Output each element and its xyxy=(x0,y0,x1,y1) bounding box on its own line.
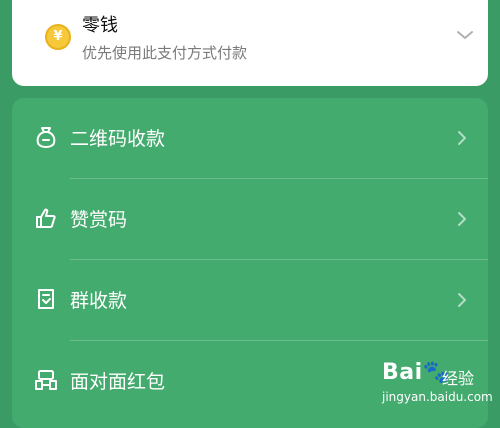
chevron-down-icon[interactable] xyxy=(456,28,474,42)
menu-item-label: 赞赏码 xyxy=(70,209,128,231)
baidu-jingyan-watermark: Bai🐾 经验 jingyan.baidu.com xyxy=(382,360,494,410)
chevron-right-icon xyxy=(458,212,466,226)
chevron-right-icon xyxy=(458,131,466,145)
group-receipt-icon xyxy=(38,289,54,309)
menu-item-label: 二维码收款 xyxy=(70,128,166,150)
menu-item-appreciation-code[interactable]: 赞赏码 xyxy=(12,179,488,259)
coin-symbol: ¥ xyxy=(53,29,63,44)
watermark-logo: Bai🐾 xyxy=(382,360,451,385)
face-to-face-envelope-icon xyxy=(35,370,57,390)
thumbs-up-icon xyxy=(36,208,56,228)
watermark-url: jingyan.baidu.com xyxy=(382,390,493,404)
menu-item-group-receipt[interactable]: 群收款 xyxy=(12,260,488,340)
money-bag-icon xyxy=(36,127,56,149)
payment-method-title: 零钱 xyxy=(82,15,118,36)
menu-item-label: 群收款 xyxy=(70,290,128,312)
menu-item-qr-receive[interactable]: 二维码收款 xyxy=(12,98,488,178)
watermark-text: 经验 xyxy=(442,369,475,388)
menu-item-label: 面对面红包 xyxy=(70,371,166,393)
payment-method-subtitle: 优先使用此支付方式付款 xyxy=(82,44,248,62)
payment-method-card[interactable]: ¥ 零钱 优先使用此支付方式付款 xyxy=(12,0,488,86)
coin-icon: ¥ xyxy=(45,24,71,50)
chevron-right-icon xyxy=(458,293,466,307)
